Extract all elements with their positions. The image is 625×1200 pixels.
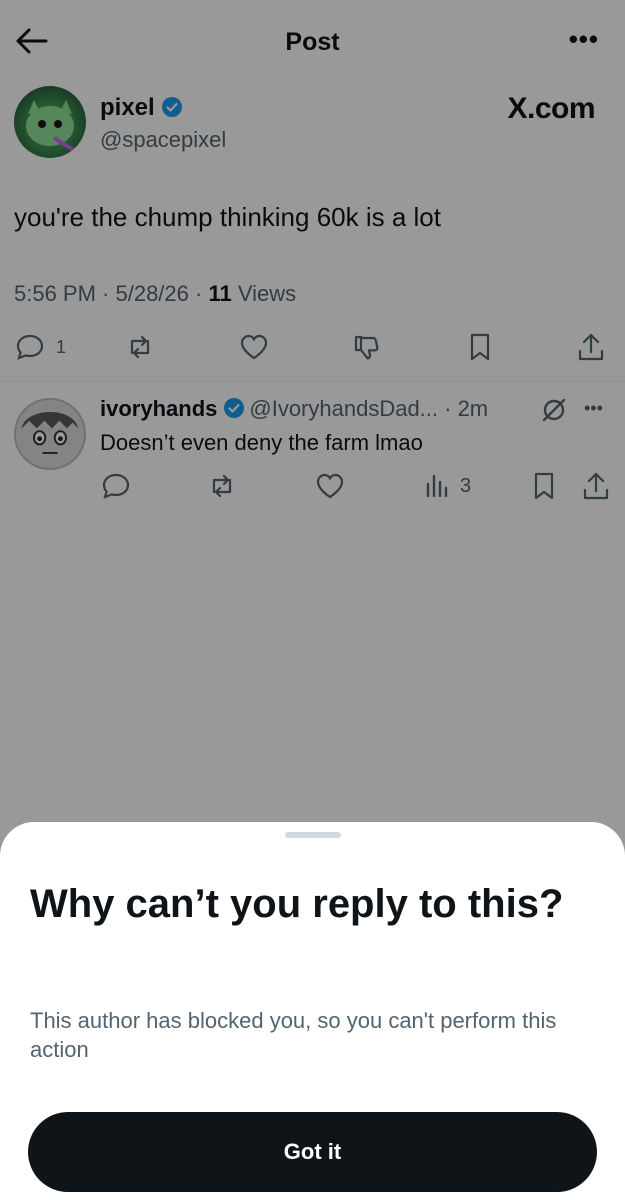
sheet-message: This author has blocked you, so you can'… — [30, 1008, 557, 1062]
sheet-grabber[interactable] — [285, 832, 341, 838]
sheet-title: Why can’t you reply to this? — [30, 882, 564, 926]
bottom-sheet: Why can’t you reply to this? This author… — [0, 822, 625, 1200]
got-it-button[interactable]: Got it — [28, 1112, 597, 1192]
